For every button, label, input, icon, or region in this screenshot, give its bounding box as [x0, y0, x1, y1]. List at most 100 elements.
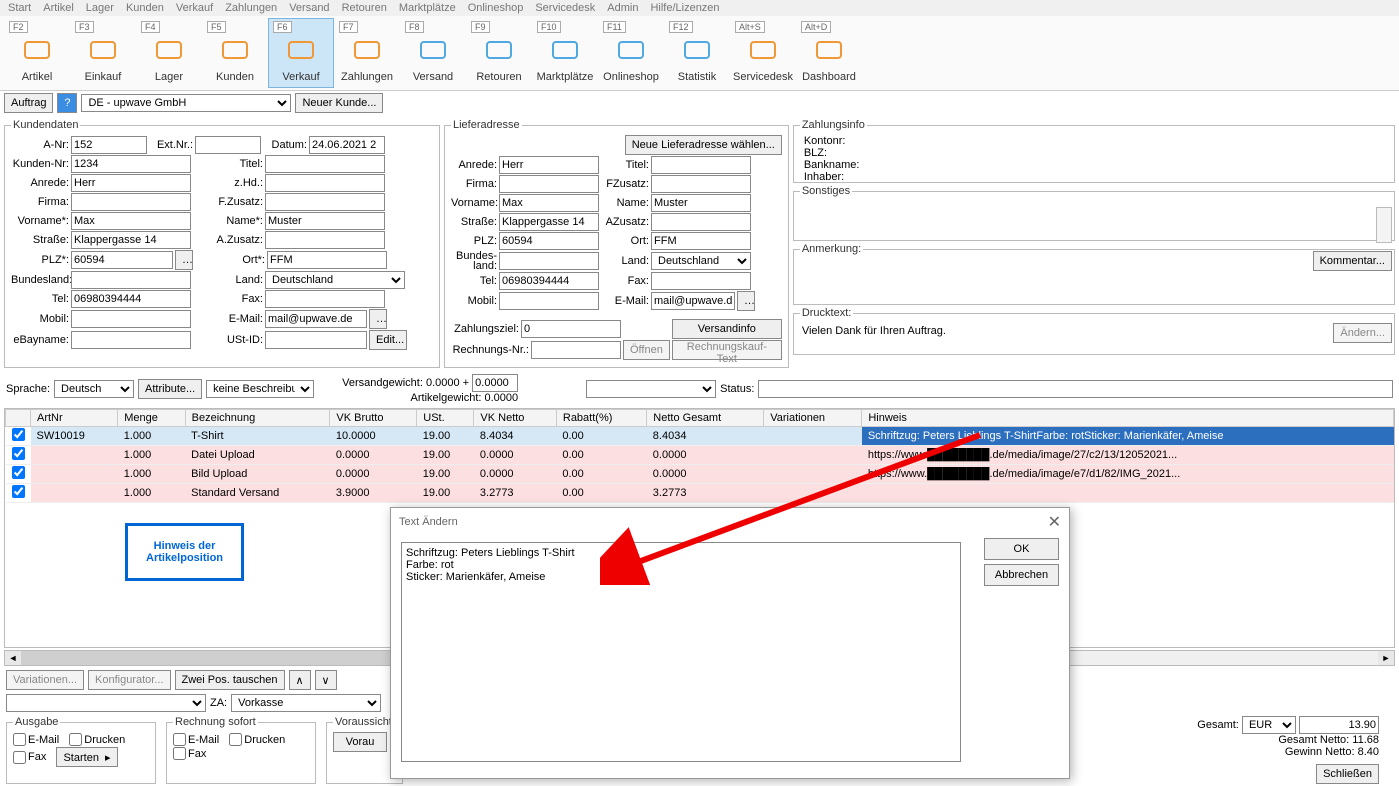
column-header[interactable]: Netto Gesamt: [647, 410, 764, 427]
strasse-input[interactable]: [71, 231, 191, 249]
starten-button[interactable]: Starten ▸: [56, 747, 117, 767]
rechnung-email-check[interactable]: [173, 733, 186, 746]
menu-item[interactable]: Hilfe/Lizenzen: [650, 2, 719, 14]
dialog-abbrechen-button[interactable]: Abbrechen: [984, 564, 1059, 586]
toolbar-versand[interactable]: F8Versand: [400, 18, 466, 88]
la-bundesland-input[interactable]: [499, 252, 599, 270]
menu-item[interactable]: Verkauf: [176, 2, 213, 14]
menu-item[interactable]: Admin: [607, 2, 638, 14]
column-header[interactable]: VK Netto: [474, 410, 556, 427]
pos-up-button[interactable]: ∧: [289, 670, 311, 690]
la-azusatz-input[interactable]: [651, 213, 751, 231]
azusatz-input[interactable]: [265, 231, 385, 249]
edit-button[interactable]: Edit...: [369, 330, 407, 350]
extnr-input[interactable]: [195, 136, 261, 154]
ustid-input[interactable]: [265, 331, 367, 349]
la-email-input[interactable]: [651, 292, 735, 310]
toolbar-dashboard[interactable]: Alt+DDashboard: [796, 18, 862, 88]
table-row[interactable]: 1.000Bild Upload0.000019.000.00000.000.0…: [6, 465, 1394, 484]
sprache-select[interactable]: Deutsch: [54, 380, 134, 398]
column-header[interactable]: [6, 410, 31, 427]
toolbar-lager[interactable]: F4Lager: [136, 18, 202, 88]
schliessen-button[interactable]: Schließen: [1316, 764, 1379, 784]
toolbar-einkauf[interactable]: F3Einkauf: [70, 18, 136, 88]
table-row[interactable]: 1.000Datei Upload0.000019.000.00000.000.…: [6, 446, 1394, 465]
tauschen-button[interactable]: Zwei Pos. tauschen: [175, 670, 285, 690]
neue-lieferadresse-button[interactable]: Neue Lieferadresse wählen...: [625, 135, 782, 155]
zhd-input[interactable]: [265, 174, 385, 192]
toolbar-marktplätze[interactable]: F10Marktplätze: [532, 18, 598, 88]
column-header[interactable]: Bezeichnung: [185, 410, 330, 427]
la-land-select[interactable]: Deutschland: [651, 252, 751, 270]
la-mobil-input[interactable]: [499, 292, 599, 310]
la-anrede-input[interactable]: [499, 156, 599, 174]
menu-item[interactable]: Artikel: [43, 2, 74, 14]
la-firma-input[interactable]: [499, 175, 599, 193]
toolbar-retouren[interactable]: F9Retouren: [466, 18, 532, 88]
name-input[interactable]: [265, 212, 385, 230]
gesamt-input[interactable]: [1299, 716, 1379, 734]
anrede-input[interactable]: [71, 174, 191, 192]
row-check[interactable]: [12, 447, 25, 460]
toolbar-verkauf[interactable]: F6Verkauf: [268, 18, 334, 88]
ausgabe-fax-check[interactable]: [13, 751, 26, 764]
versandinfo-button[interactable]: Versandinfo: [672, 319, 782, 339]
column-header[interactable]: Hinweis: [862, 410, 1394, 427]
menu-item[interactable]: Zahlungen: [225, 2, 277, 14]
menu-item[interactable]: Marktplätze: [399, 2, 456, 14]
unknown-select[interactable]: [6, 694, 206, 712]
tel-input[interactable]: [71, 290, 191, 308]
vorname-input[interactable]: [71, 212, 191, 230]
firma-input[interactable]: [71, 193, 191, 211]
plz-input[interactable]: [71, 251, 173, 269]
la-fzusatz-input[interactable]: [651, 175, 751, 193]
land-select[interactable]: Deutschland: [265, 271, 405, 289]
la-email-lookup-button[interactable]: …: [737, 291, 755, 311]
neuer-kunde-button[interactable]: Neuer Kunde...: [295, 93, 383, 113]
column-header[interactable]: Variationen: [764, 410, 862, 427]
scroll-right-icon[interactable]: ►: [1378, 651, 1394, 665]
la-plz-input[interactable]: [499, 232, 599, 250]
column-header[interactable]: Rabatt(%): [556, 410, 646, 427]
dialog-textarea[interactable]: Schriftzug: Peters Lieblings T-Shirt Far…: [401, 542, 961, 762]
menu-item[interactable]: Versand: [289, 2, 329, 14]
menu-item[interactable]: Servicedesk: [535, 2, 595, 14]
auftrag-button[interactable]: Auftrag: [4, 93, 53, 113]
kommentar-button[interactable]: Kommentar...: [1313, 251, 1392, 271]
row-check[interactable]: [12, 485, 25, 498]
close-icon[interactable]: ✕: [1048, 512, 1061, 532]
drucktext-aendern-button[interactable]: Ändern...: [1333, 323, 1392, 343]
company-select[interactable]: DE - upwave GmbH: [81, 94, 291, 112]
datum-input[interactable]: [309, 136, 385, 154]
toolbar-artikel[interactable]: F2Artikel: [4, 18, 70, 88]
la-strasse-input[interactable]: [499, 213, 599, 231]
column-header[interactable]: USt.: [417, 410, 474, 427]
fzusatz-input[interactable]: [265, 193, 385, 211]
column-header[interactable]: ArtNr: [31, 410, 118, 427]
attribute-button[interactable]: Attribute...: [138, 379, 202, 399]
menu-item[interactable]: Retouren: [342, 2, 387, 14]
ausgabe-drucken-check[interactable]: [69, 733, 82, 746]
sonstiges-scrollbar[interactable]: [1376, 207, 1392, 243]
row-check[interactable]: [12, 466, 25, 479]
row-check[interactable]: [12, 428, 25, 441]
vorau-button[interactable]: Vorau: [333, 732, 387, 752]
info-icon[interactable]: ?: [57, 93, 77, 113]
menu-item[interactable]: Start: [8, 2, 31, 14]
kundennr-input[interactable]: [71, 155, 191, 173]
rechnung-drucken-check[interactable]: [229, 733, 242, 746]
la-titel-input[interactable]: [651, 156, 751, 174]
bundesland-input[interactable]: [71, 271, 191, 289]
la-ort-input[interactable]: [651, 232, 751, 250]
menu-item[interactable]: Lager: [86, 2, 114, 14]
beschreibung-select[interactable]: keine Beschreibun: [206, 380, 314, 398]
table-row[interactable]: SW100191.000T-Shirt10.000019.008.40340.0…: [6, 427, 1394, 446]
status-input[interactable]: [758, 380, 1393, 398]
la-vorname-input[interactable]: [499, 194, 599, 212]
zahlungsziel-input[interactable]: [521, 320, 621, 338]
currency-select[interactable]: EUR: [1242, 716, 1296, 734]
toolbar-servicedesk[interactable]: Alt+SServicedesk: [730, 18, 796, 88]
toolbar-onlineshop[interactable]: F11Onlineshop: [598, 18, 664, 88]
ausgabe-email-check[interactable]: [13, 733, 26, 746]
color-select[interactable]: [586, 380, 716, 398]
